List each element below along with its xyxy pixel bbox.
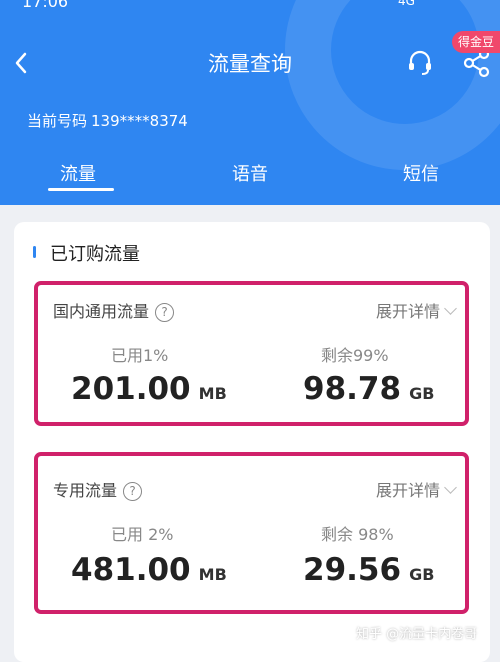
- card-title-text: 专用流量: [53, 481, 118, 500]
- used-unit: MB: [198, 384, 227, 403]
- card-general-data: 国内通用流量? 展开详情 已用1% 201.00 MB 剩余99% 98.78 GB: [34, 281, 469, 426]
- current-number: 当前号码 139****8374: [27, 110, 188, 131]
- back-arrow-icon: [15, 52, 27, 74]
- current-number-value: 139****8374: [91, 112, 188, 130]
- help-icon[interactable]: ?: [155, 303, 175, 322]
- card-title: 国内通用流量?: [53, 298, 175, 322]
- used-value: 201.00: [71, 371, 191, 407]
- chevron-down-icon: [444, 302, 457, 315]
- remaining-value: 98.78: [303, 371, 402, 407]
- remaining-value: 29.56: [303, 552, 402, 588]
- status-time: 17:06: [22, 0, 69, 11]
- expand-details-button[interactable]: 展开详情: [375, 298, 457, 322]
- used-amount: 481.00 MB: [71, 552, 227, 588]
- customer-service-button[interactable]: [405, 48, 435, 78]
- status-network: 4G: [398, 0, 415, 8]
- help-icon[interactable]: ?: [123, 482, 143, 501]
- used-value: 481.00: [71, 552, 191, 588]
- tab-data[interactable]: 流量: [60, 160, 96, 186]
- expand-details-button[interactable]: 展开详情: [375, 477, 457, 501]
- remaining-unit: GB: [409, 384, 435, 403]
- card-title: 专用流量?: [53, 477, 143, 501]
- decorative-5g-graphic: [285, 0, 500, 170]
- remaining-label: 剩余 98%: [321, 525, 394, 544]
- reward-badge[interactable]: 得金豆: [452, 31, 500, 53]
- section-title: 已订购流量: [50, 244, 140, 265]
- expand-details-label: 展开详情: [375, 302, 440, 321]
- headset-icon: [409, 50, 431, 75]
- active-tab-indicator: [48, 188, 114, 191]
- remaining-label: 剩余99%: [321, 346, 389, 365]
- remaining-amount: 98.78 GB: [303, 371, 434, 407]
- back-button[interactable]: [10, 48, 36, 78]
- watermark: 知乎 @流量卡内卷哥: [356, 627, 478, 642]
- chevron-down-icon: [444, 481, 457, 494]
- header: 17:06 4G 流量查询 当前号码 139****8374 流量 语音 短信: [0, 0, 500, 205]
- current-number-label: 当前号码: [27, 112, 88, 130]
- card-title-text: 国内通用流量: [53, 302, 150, 321]
- remaining-unit: GB: [409, 565, 435, 584]
- expand-details-label: 展开详情: [375, 481, 440, 500]
- tab-sms[interactable]: 短信: [403, 160, 439, 186]
- tab-voice[interactable]: 语音: [232, 160, 268, 186]
- status-bar: 17:06 4G: [0, 0, 500, 11]
- card-dedicated-data: 专用流量? 展开详情 已用 2% 481.00 MB 剩余 98% 29.56 GB: [34, 452, 469, 614]
- section-marker: [33, 246, 36, 258]
- used-label: 已用 2%: [111, 525, 174, 544]
- used-label: 已用1%: [111, 346, 169, 365]
- used-amount: 201.00 MB: [71, 371, 227, 407]
- remaining-amount: 29.56 GB: [303, 552, 434, 588]
- used-unit: MB: [198, 565, 227, 584]
